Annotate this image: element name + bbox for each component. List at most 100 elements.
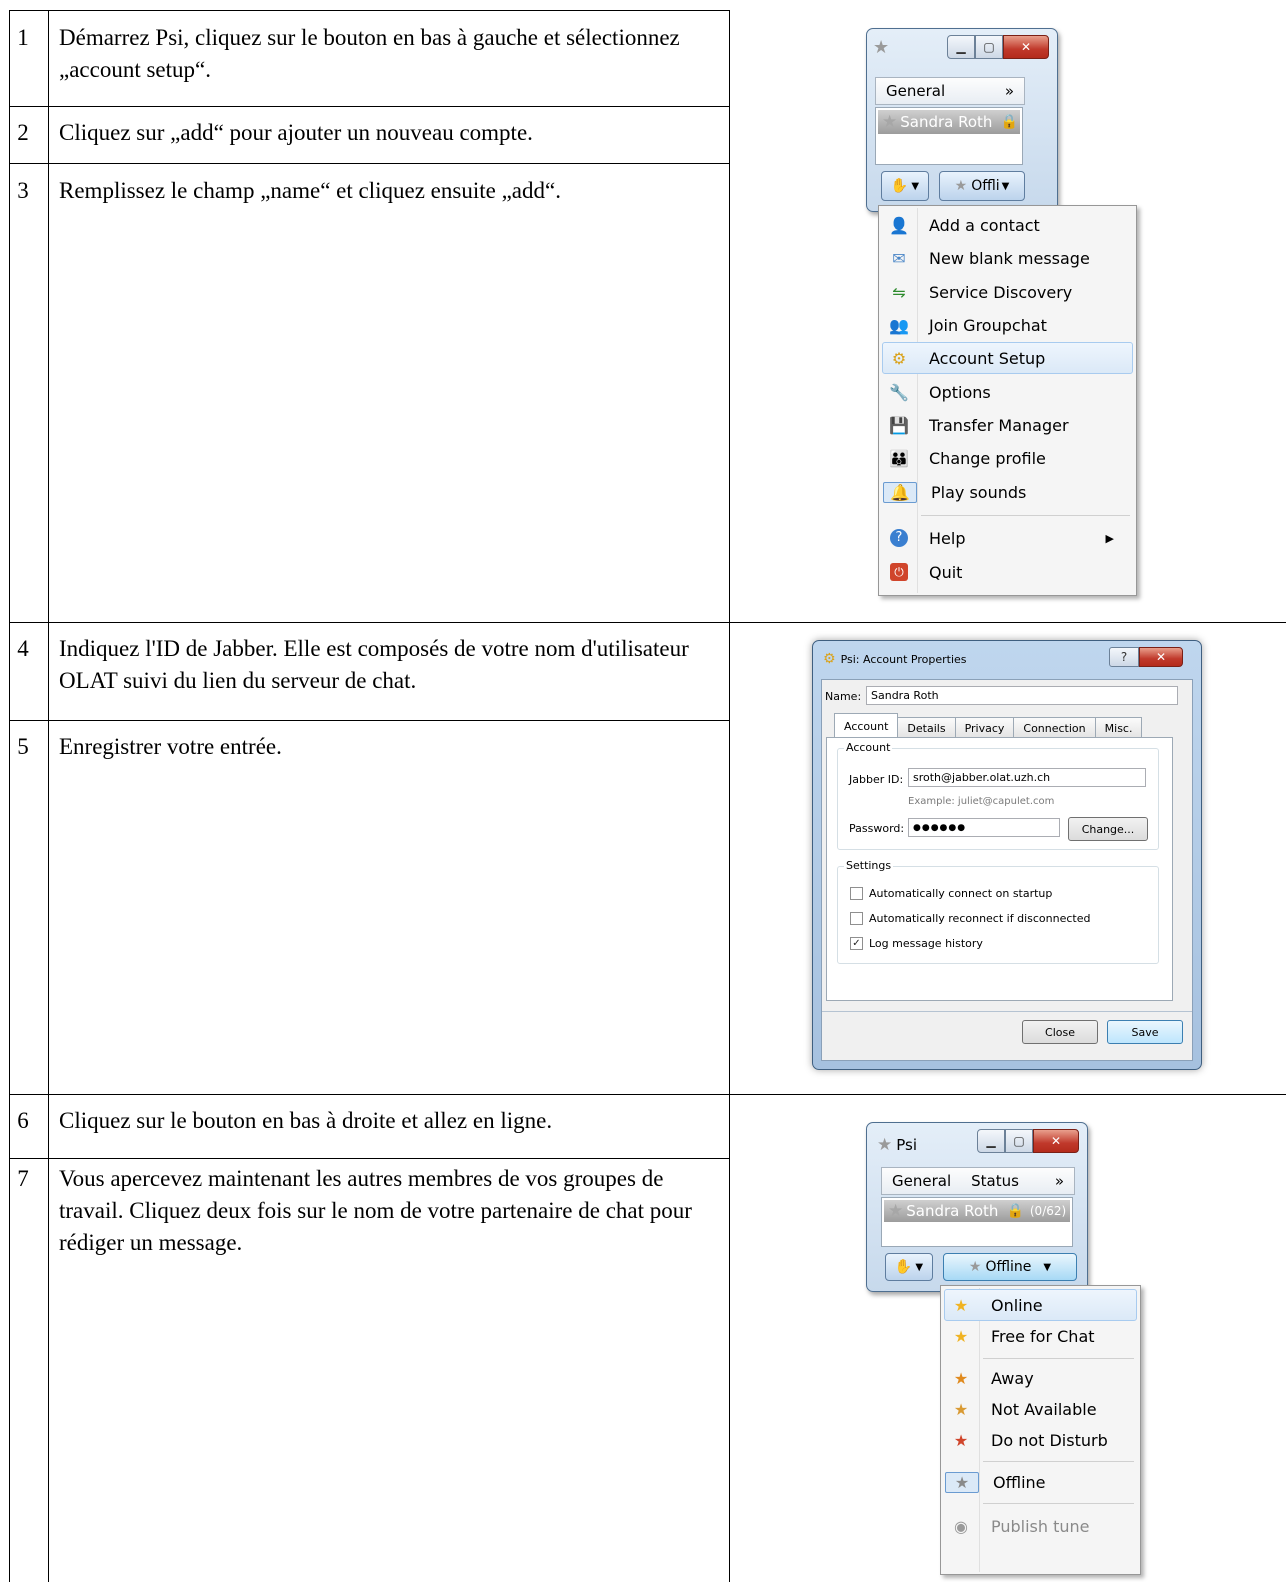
account-properties-dialog: ⚙ Psi: Account Properties ? ✕ Name: Sand… bbox=[812, 640, 1202, 1070]
menu-item-change-profile[interactable]: 👪 Change profile bbox=[882, 442, 1133, 474]
dialog-controls: ? ✕ bbox=[1109, 647, 1183, 667]
menu-item-online[interactable]: ★ Online bbox=[944, 1289, 1137, 1321]
window-title: Psi bbox=[896, 1136, 918, 1154]
table-border-left bbox=[9, 10, 10, 1582]
close-button[interactable]: Close bbox=[1022, 1020, 1098, 1044]
auto-reconnect-checkbox[interactable]: Automatically reconnect if disconnected bbox=[850, 912, 1090, 925]
window-controls: ▁ ▢ ✕ bbox=[977, 1129, 1079, 1153]
help-icon[interactable]: ? bbox=[1109, 647, 1139, 667]
step-text: Remplissez le champ „name“ et cliquez en… bbox=[59, 178, 561, 203]
row-line bbox=[9, 163, 730, 164]
account-name: Sandra Roth bbox=[906, 1202, 999, 1220]
minimize-icon[interactable]: ▁ bbox=[947, 35, 975, 59]
menu-item-account-setup[interactable]: ⚙ Account Setup bbox=[882, 342, 1133, 374]
close-icon[interactable]: ✕ bbox=[1003, 35, 1049, 59]
jid-field[interactable]: sroth@jabber.olat.uzh.ch bbox=[908, 768, 1146, 787]
menu-item-offline[interactable]: ★ Offline bbox=[944, 1466, 1137, 1498]
step-number: 2 bbox=[17, 120, 29, 145]
account-name: Sandra Roth bbox=[900, 113, 993, 131]
menu-item-quit[interactable]: ⏻ Quit bbox=[882, 556, 1133, 588]
step-text: Cliquez sur „add“ pour ajouter un nouvea… bbox=[59, 120, 533, 145]
password-field[interactable]: ●●●●●● bbox=[908, 818, 1060, 837]
change-password-button[interactable]: Change... bbox=[1068, 817, 1148, 841]
main-menu-button[interactable]: ✋ ▼ bbox=[881, 171, 929, 201]
menu-item-add-contact[interactable]: 👤 Add a contact bbox=[882, 209, 1133, 241]
lock-icon: 🔒 bbox=[1000, 114, 1018, 130]
row-line bbox=[9, 720, 730, 721]
dialog-title: Psi: Account Properties bbox=[840, 652, 967, 666]
more-tabs-icon[interactable]: » bbox=[1005, 82, 1014, 100]
minimize-icon[interactable]: ▁ bbox=[977, 1129, 1005, 1153]
menu-item-options[interactable]: 🔧 Options bbox=[882, 376, 1133, 408]
offline-icon: ★ bbox=[945, 1471, 979, 1493]
step-text: Indiquez l'ID de Jabber. Elle est compos… bbox=[59, 636, 689, 693]
menu-item-transfer-manager[interactable]: 💾 Transfer Manager bbox=[882, 409, 1133, 441]
tab-misc[interactable]: Misc. bbox=[1094, 717, 1143, 738]
table-border-top bbox=[9, 10, 730, 11]
floppy-icon: 💾 bbox=[889, 415, 909, 435]
dialog-body: Name: Sandra Roth Account Details Privac… bbox=[821, 679, 1193, 1061]
step-number: 6 bbox=[17, 1108, 29, 1133]
checkbox-icon bbox=[850, 887, 863, 900]
account-status-icon: ★ bbox=[888, 1201, 904, 1221]
online-icon: ★ bbox=[953, 1295, 969, 1315]
psi-window: ★ ▁ ▢ ✕ General » ★ Sandra Roth 🔒 ✋ ▼ ★ O… bbox=[866, 28, 1058, 212]
status-button[interactable]: ★ Offli ▼ bbox=[939, 171, 1025, 201]
lock-icon: 🔒 bbox=[1006, 1203, 1024, 1219]
step-text: Démarrez Psi, cliquez sur le bouton en b… bbox=[59, 25, 680, 82]
save-button[interactable]: Save bbox=[1107, 1020, 1183, 1044]
menu-item-help[interactable]: ? Help ▶ bbox=[882, 522, 1133, 554]
close-icon[interactable]: ✕ bbox=[1033, 1129, 1079, 1153]
step-text: Cliquez sur le bouton en bas à droite et… bbox=[59, 1108, 553, 1133]
chevron-down-icon: ▼ bbox=[911, 180, 920, 192]
roster-list: ★ Sandra Roth 🔒 (0/62) bbox=[881, 1197, 1073, 1247]
status-button[interactable]: ★ Offline ▼ bbox=[943, 1253, 1077, 1281]
auto-connect-checkbox[interactable]: Automatically connect on startup bbox=[850, 887, 1052, 900]
chevron-down-icon: ▼ bbox=[915, 1261, 924, 1273]
step-number: 4 bbox=[17, 636, 29, 661]
maximize-icon[interactable]: ▢ bbox=[975, 35, 1003, 59]
tab-strip: Account Details Privacy Connection Misc. bbox=[834, 713, 1143, 738]
tab-general[interactable]: General bbox=[886, 82, 945, 100]
chevron-down-icon: ▼ bbox=[1043, 1261, 1052, 1273]
roster-account-row[interactable]: ★ Sandra Roth 🔒 bbox=[878, 110, 1020, 134]
psi-star-icon: ★ Psi bbox=[877, 1135, 918, 1155]
maximize-icon[interactable]: ▢ bbox=[1005, 1129, 1033, 1153]
tab-general[interactable]: General bbox=[892, 1172, 951, 1190]
psi-window-status: ★ Psi ▁ ▢ ✕ General Status » ★ Sandra Ro… bbox=[866, 1122, 1088, 1292]
checkbox-icon bbox=[850, 912, 863, 925]
menu-item-not-available[interactable]: ★ Not Available bbox=[944, 1393, 1137, 1425]
menu-item-free-for-chat[interactable]: ★ Free for Chat bbox=[944, 1320, 1137, 1352]
log-history-checkbox[interactable]: ✓ Log message history bbox=[850, 937, 983, 950]
menu-item-new-message[interactable]: ✉ New blank message bbox=[882, 242, 1133, 274]
account-group-title: Account bbox=[844, 741, 893, 754]
account-setup-icon: ⚙ bbox=[891, 348, 907, 368]
tab-privacy[interactable]: Privacy bbox=[954, 717, 1015, 738]
menu-item-away[interactable]: ★ Away bbox=[944, 1362, 1137, 1394]
more-tabs-icon[interactable]: » bbox=[1055, 1172, 1064, 1190]
jid-label: Jabber ID: bbox=[849, 773, 904, 786]
groupchat-icon: 👥 bbox=[889, 315, 909, 335]
main-menu-button[interactable]: ✋ ▼ bbox=[885, 1253, 933, 1281]
password-label: Password: bbox=[849, 822, 905, 835]
menu-item-join-groupchat[interactable]: 👥 Join Groupchat bbox=[882, 309, 1133, 341]
settings-group: Settings Automatically connect on startu… bbox=[837, 859, 1159, 964]
tab-account[interactable]: Account bbox=[834, 713, 899, 738]
psi-main-menu: 👤 Add a contact ✉ New blank message ⇋ Servi… bbox=[878, 205, 1137, 596]
dialog-divider bbox=[822, 1011, 1192, 1012]
tab-status[interactable]: Status bbox=[971, 1172, 1019, 1190]
menu-item-do-not-disturb[interactable]: ★ Do not Disturb bbox=[944, 1424, 1137, 1456]
menu-item-publish-tune[interactable]: ◉ Publish tune bbox=[944, 1510, 1137, 1542]
tab-connection[interactable]: Connection bbox=[1013, 717, 1096, 738]
name-field[interactable]: Sandra Roth bbox=[866, 686, 1178, 705]
row-line bbox=[9, 1158, 730, 1159]
menu-item-service-discovery[interactable]: ⇋ Service Discovery bbox=[882, 276, 1133, 308]
step-number: 5 bbox=[17, 734, 29, 759]
checkmark-icon: ✓ bbox=[850, 937, 863, 950]
tab-details[interactable]: Details bbox=[897, 717, 956, 738]
row-line bbox=[9, 1094, 1286, 1095]
menu-item-play-sounds[interactable]: 🔔 Play sounds bbox=[882, 476, 1133, 508]
close-icon[interactable]: ✕ bbox=[1139, 647, 1183, 667]
roster-account-row[interactable]: ★ Sandra Roth 🔒 (0/62) bbox=[884, 1200, 1070, 1222]
status-label: Offli bbox=[971, 178, 1000, 194]
